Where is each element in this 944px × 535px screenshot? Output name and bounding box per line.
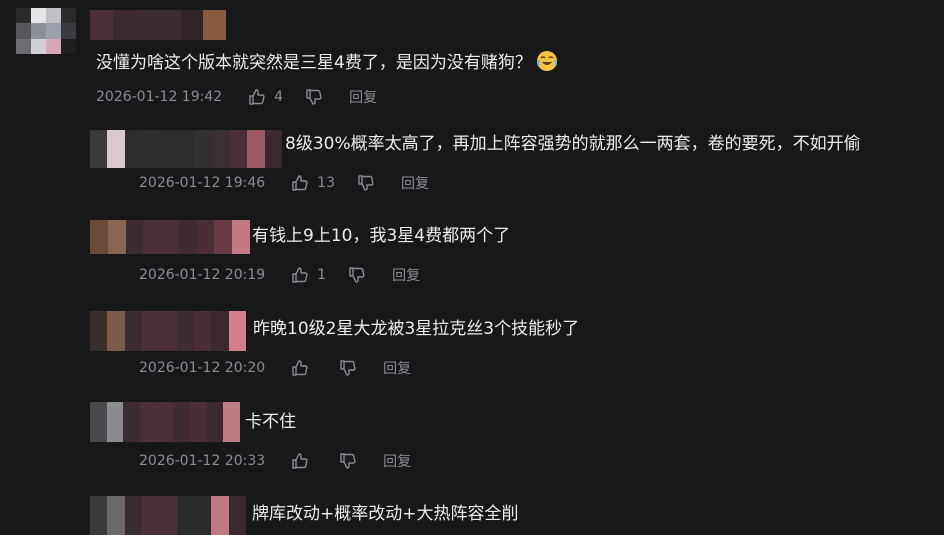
- thumbs-down-icon: [349, 267, 365, 283]
- thumbs-up-icon: [249, 89, 265, 105]
- like-button[interactable]: [291, 452, 317, 470]
- comment-text: 没懂为啥这个版本就突然是三星4费了，是因为没有赌狗？: [96, 50, 558, 75]
- thumbs-down-icon: [306, 89, 322, 105]
- like-count: 13: [317, 175, 335, 191]
- reply-button[interactable]: 回复: [383, 451, 411, 471]
- comment-top: 没懂为啥这个版本就突然是三星4费了，是因为没有赌狗？ 2026-01-12 19…: [0, 0, 944, 110]
- comment-meta: 2026-01-12 19:46 13 回复: [139, 173, 429, 193]
- like-button[interactable]: 4: [248, 88, 283, 106]
- comment-text: 有钱上9上10，我3星4费都两个了: [252, 226, 511, 246]
- like-button[interactable]: [291, 359, 317, 377]
- comment-meta: 2026-01-12 20:20 回复: [139, 358, 411, 378]
- thumbs-up-icon: [292, 267, 308, 283]
- timestamp: 2026-01-12 19:42: [96, 89, 223, 105]
- reply-button[interactable]: 回复: [349, 87, 377, 107]
- dislike-button[interactable]: [357, 174, 375, 192]
- laughing-crying-emoji-icon: [536, 51, 557, 71]
- comment-meta: 2026-01-12 19:42 4 回复: [96, 87, 377, 107]
- like-count: 1: [317, 267, 327, 283]
- reply-item: 牌库改动+概率改动+大热阵容全削: [0, 492, 944, 535]
- reply-avatar-username[interactable]: [90, 496, 246, 535]
- reply-item: 卡不住 2026-01-12 20:33 回复: [0, 398, 944, 478]
- like-button[interactable]: 1: [291, 266, 326, 284]
- reply-item: 有钱上9上10，我3星4费都两个了 2026-01-12 20:19 1 回复: [0, 212, 944, 292]
- thumbs-up-icon: [292, 175, 308, 191]
- comment-text: 牌库改动+概率改动+大热阵容全削: [252, 504, 519, 524]
- reply-avatar-username[interactable]: [90, 220, 251, 254]
- reply-button[interactable]: 回复: [401, 173, 429, 193]
- comment-text: 昨晚10级2星大龙被3星拉克丝3个技能秒了: [253, 319, 580, 339]
- like-button[interactable]: 13: [291, 174, 335, 192]
- timestamp: 2026-01-12 20:33: [139, 453, 266, 469]
- reply-button[interactable]: 回复: [383, 358, 411, 378]
- thumbs-down-icon: [340, 360, 356, 376]
- reply-avatar-username[interactable]: [90, 311, 246, 351]
- dislike-button[interactable]: [339, 359, 357, 377]
- comment-text: 8级30%概率太高了，再加上阵容强势的就那么一两套，卷的要死，不如开偷: [285, 134, 861, 154]
- timestamp: 2026-01-12 20:19: [139, 267, 266, 283]
- reply-item: 8级30%概率太高了，再加上阵容强势的就那么一两套，卷的要死，不如开偷 2026…: [0, 120, 944, 200]
- timestamp: 2026-01-12 19:46: [139, 175, 266, 191]
- comment-meta: 2026-01-12 20:19 1 回复: [139, 265, 420, 285]
- thumbs-up-icon: [292, 360, 308, 376]
- dislike-button[interactable]: [305, 88, 323, 106]
- thumbs-up-icon: [292, 453, 308, 469]
- username[interactable]: [90, 10, 227, 40]
- reply-avatar-username[interactable]: [90, 130, 282, 168]
- reply-avatar-username[interactable]: [90, 402, 241, 442]
- dislike-button[interactable]: [339, 452, 357, 470]
- reply-item: 昨晚10级2星大龙被3星拉克丝3个技能秒了 2026-01-12 20:20 回…: [0, 305, 944, 385]
- timestamp: 2026-01-12 20:20: [139, 360, 266, 376]
- dislike-button[interactable]: [348, 266, 366, 284]
- reply-button[interactable]: 回复: [392, 265, 420, 285]
- thumbs-down-icon: [340, 453, 356, 469]
- comment-meta: 2026-01-12 20:33 回复: [139, 451, 411, 471]
- like-count: 4: [274, 89, 284, 105]
- avatar[interactable]: [16, 8, 76, 54]
- comment-text: 卡不住: [245, 412, 296, 432]
- thumbs-down-icon: [358, 175, 374, 191]
